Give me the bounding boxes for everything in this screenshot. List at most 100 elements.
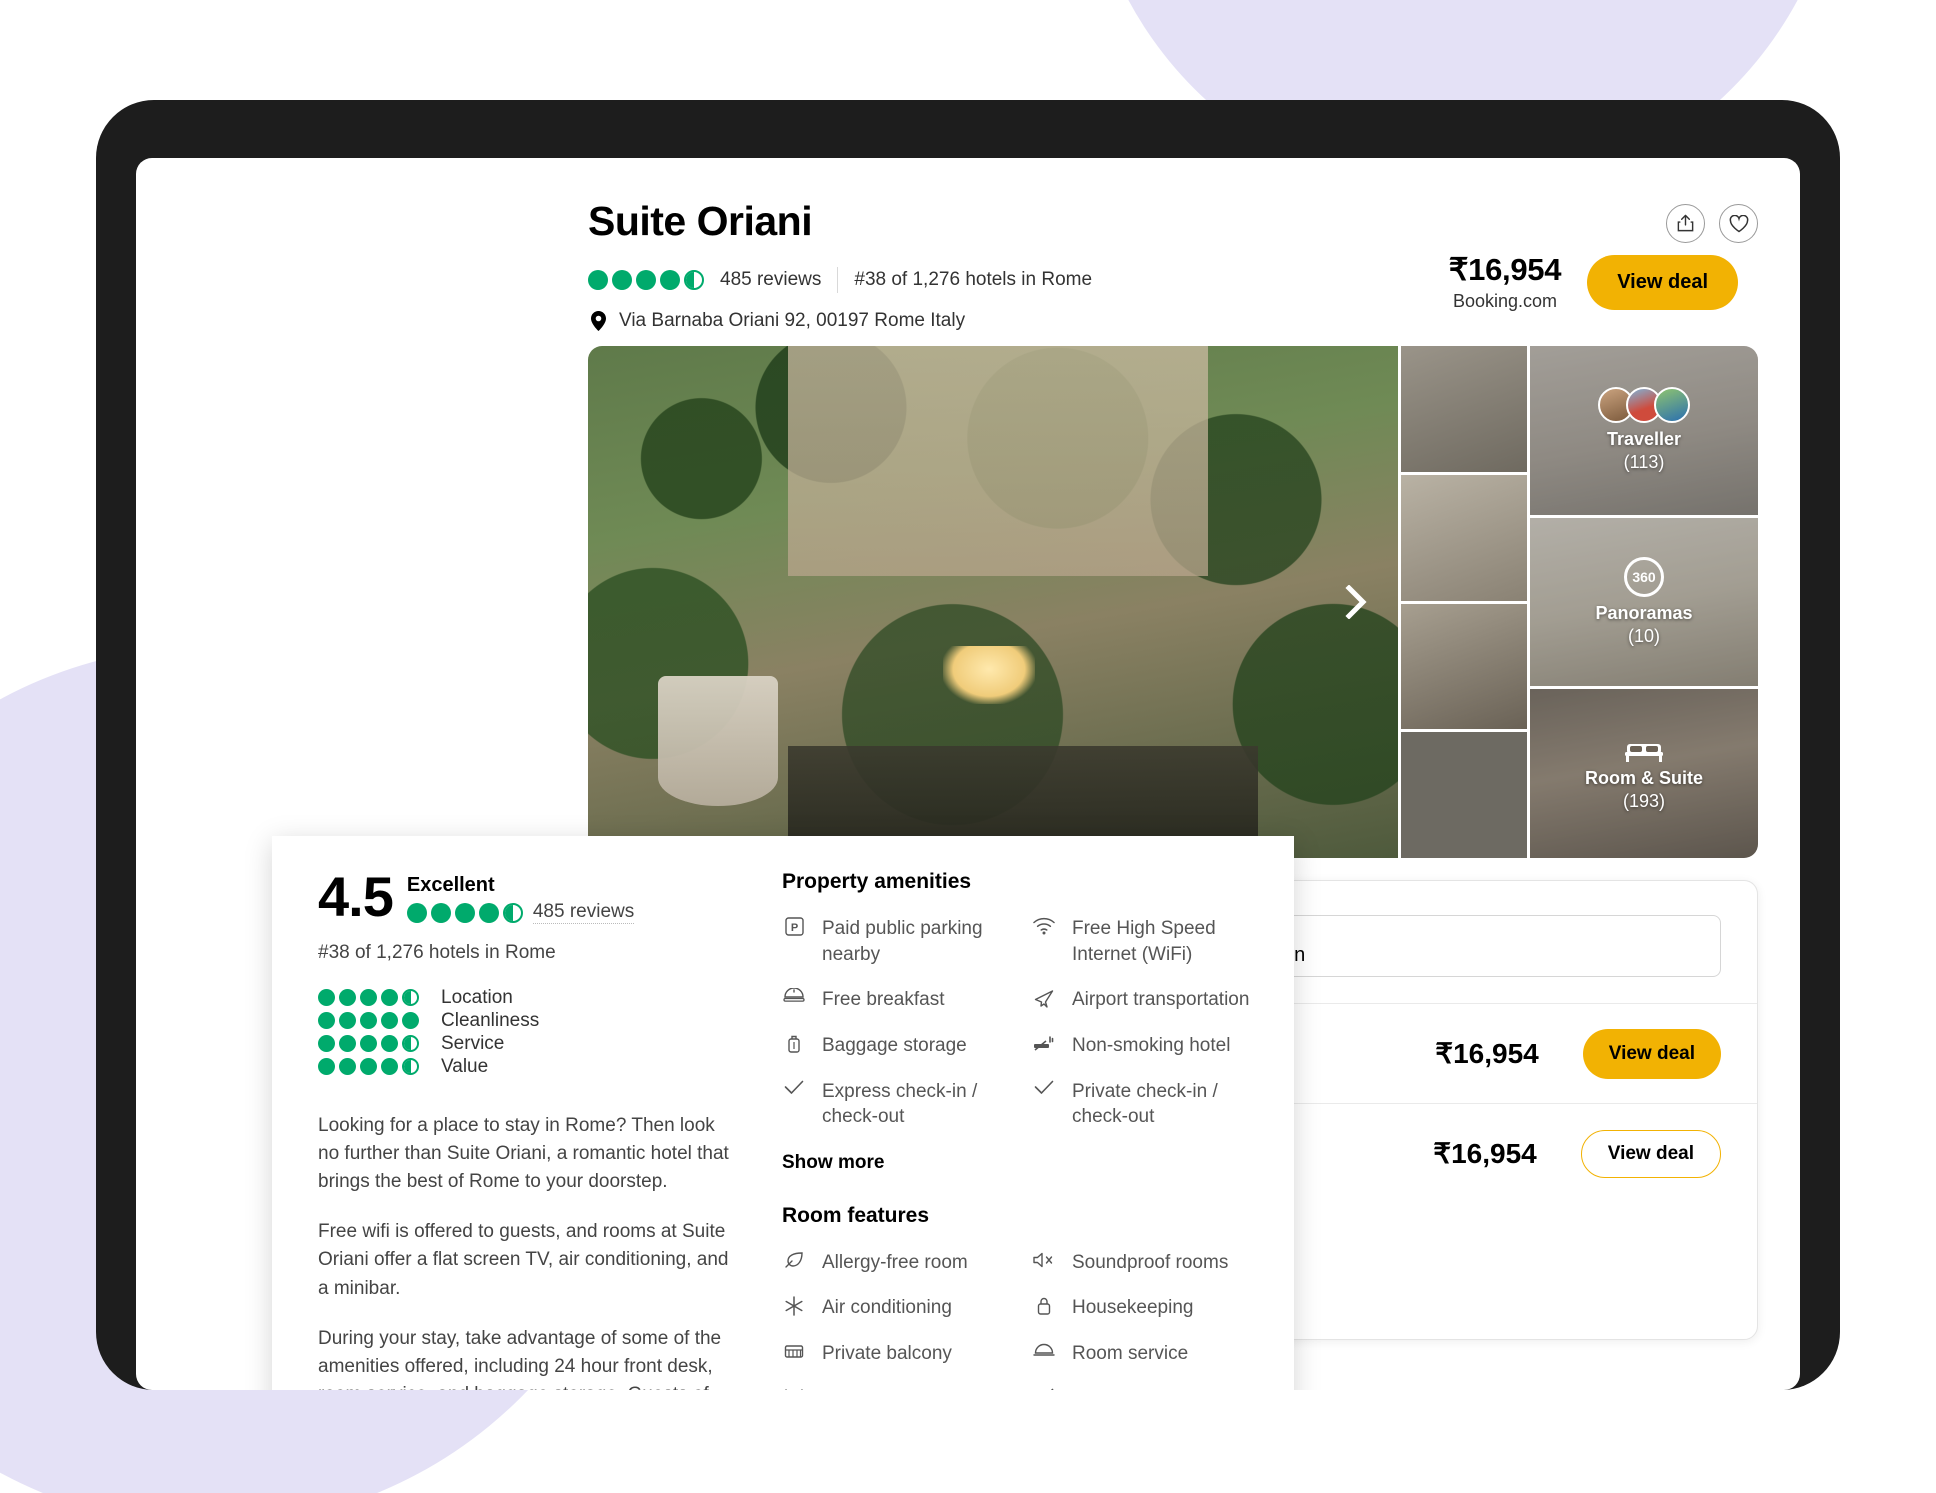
bubble: [360, 1058, 377, 1075]
category-overlay-shade: [1530, 517, 1758, 687]
amenity-item: Express check-in / check-out: [782, 1079, 1010, 1130]
room-features-grid: Allergy-free room Soundproof rooms Air c…: [782, 1250, 1260, 1390]
bubble: [318, 989, 335, 1006]
overall-score-row: 4.5 Excellent 485 reviews: [318, 868, 732, 925]
tablet-device-frame: Suite Oriani 485 reviews #38 of 1,276 ho…: [96, 100, 1840, 1390]
leaf-icon: [782, 1250, 806, 1269]
avatar: [1654, 387, 1690, 424]
bubble-5-half: [502, 902, 523, 923]
amenity-label: Free High Speed Internet (WiFi): [1072, 918, 1216, 965]
amenity-item: P Paid public parking nearby: [782, 916, 1010, 967]
amenity-label: Soundproof rooms: [1072, 1251, 1229, 1273]
share-button[interactable]: [1666, 204, 1705, 243]
property-amenities-title: Property amenities: [782, 870, 972, 893]
gallery-category-room-suite[interactable]: Room & Suite (193): [1530, 689, 1758, 858]
header-view-deal-button[interactable]: View deal: [1587, 254, 1738, 310]
no-smoking-icon: [1032, 1033, 1056, 1052]
amenity-label: Express check-in / check-out: [822, 1080, 978, 1128]
overlay-right-column: Property amenities P Paid public parking…: [772, 870, 1294, 1390]
panel-review-count[interactable]: 485 reviews: [532, 901, 635, 924]
speaker-mute-icon: [1032, 1250, 1056, 1269]
check-icon: [782, 1079, 806, 1095]
room-features-section: Room features Allergy-free room Soundpro…: [782, 1204, 1260, 1390]
amenity-item: Room service: [1032, 1341, 1260, 1367]
photo-gallery: Traveller (113) 360 Panoramas (10) Room …: [588, 346, 1758, 858]
location-pin-icon: [588, 310, 608, 332]
gallery-thumbnail[interactable]: [1401, 603, 1527, 730]
gallery-thumbnail[interactable]: [1401, 474, 1527, 601]
category-count: (10): [1627, 626, 1660, 646]
header-price-col: ₹16,954 Booking.com: [1448, 252, 1562, 312]
gallery-thumbnail[interactable]: [1401, 346, 1527, 472]
subrating-bubbles: [318, 1058, 419, 1075]
bubble-2: [612, 270, 632, 291]
amenity-item: Allergy-free room: [782, 1250, 1010, 1276]
amenity-item: Flatscreen TV: [1032, 1387, 1260, 1390]
bubble: [381, 1035, 398, 1052]
deal-view-button-2[interactable]: View deal: [1580, 1129, 1721, 1178]
bubble: [339, 1058, 356, 1075]
hotel-rank[interactable]: #38 of 1,276 hotels in Rome: [854, 269, 1092, 291]
save-button[interactable]: [1719, 204, 1758, 243]
gallery-next-arrow-icon[interactable]: [1336, 582, 1376, 622]
room-service-icon: [1032, 1341, 1056, 1358]
amenity-item: Free High Speed Internet (WiFi): [1032, 916, 1260, 967]
header-price: ₹16,954: [1448, 252, 1562, 287]
amenity-item: Air conditioning: [782, 1295, 1010, 1321]
gallery-category-traveller[interactable]: Traveller (113): [1530, 346, 1758, 515]
page-title: Suite Oriani: [588, 198, 813, 244]
category-count: (193): [1622, 790, 1666, 811]
snowflake-icon: [782, 1295, 806, 1317]
subrating-bubbles: [318, 989, 419, 1006]
amenity-item: Housekeeping: [1032, 1295, 1260, 1321]
bubble: [318, 1035, 335, 1052]
panel-hotel-rank: #38 of 1,276 hotels in Rome: [318, 942, 556, 963]
header-provider: Booking.com: [1452, 291, 1557, 311]
subrating-label: Value: [441, 1055, 489, 1077]
airplane-icon: [1032, 987, 1056, 1008]
header-actions: [1666, 204, 1758, 243]
bubble-half: [402, 1058, 419, 1075]
description-paragraph-1: Looking for a place to stay in Rome? The…: [318, 1115, 729, 1193]
deal-price: ₹16,954: [1435, 1038, 1539, 1069]
cutlery-icon: [782, 1387, 806, 1390]
hotel-address-row[interactable]: Via Barnaba Oriani 92, 00197 Rome Italy: [588, 310, 1758, 332]
score-meta: Excellent 485 reviews: [406, 870, 635, 924]
amenity-label: Allergy-free room: [822, 1251, 968, 1273]
lock-icon: [1032, 1295, 1056, 1316]
amenity-label: Private balcony: [822, 1343, 952, 1365]
deal-view-button-1[interactable]: View deal: [1582, 1028, 1721, 1079]
bubble-1: [406, 902, 427, 923]
bubble: [360, 989, 377, 1006]
category-label: Room & Suite: [1584, 767, 1703, 788]
360-icon: 360: [1624, 557, 1664, 597]
bubble: [381, 1058, 398, 1075]
bubble: [339, 989, 356, 1006]
property-amenities-section: Property amenities P Paid public parking…: [782, 870, 1260, 1174]
bubble-5-half: [684, 270, 704, 291]
amenity-label: Flatscreen TV: [1072, 1387, 1190, 1390]
amenity-label: Air conditioning: [822, 1297, 952, 1319]
description-paragraph-2: Free wifi is offered to guests, and room…: [318, 1221, 729, 1299]
property-show-more-button[interactable]: Show more: [782, 1152, 1260, 1174]
gallery-thumbnail[interactable]: [1401, 732, 1527, 858]
bubble: [381, 989, 398, 1006]
review-count[interactable]: 485 reviews: [720, 269, 821, 291]
score-word: Excellent: [406, 874, 495, 896]
subrating-label: Cleanliness: [441, 1009, 540, 1031]
app-screen: Suite Oriani 485 reviews #38 of 1,276 ho…: [136, 158, 1800, 1390]
gallery-category-column: Traveller (113) 360 Panoramas (10) Room …: [1530, 346, 1758, 858]
bubble-4: [660, 270, 680, 291]
amenity-item: Free breakfast: [782, 987, 1010, 1013]
bubble: [360, 1012, 377, 1029]
wifi-icon: [1032, 916, 1056, 935]
gallery-hero-photo[interactable]: [588, 346, 1398, 858]
description-paragraph-3: During your stay, take advantage of some…: [318, 1327, 722, 1390]
bubble-rating[interactable]: [588, 270, 704, 291]
balcony-icon: [782, 1341, 806, 1360]
gallery-category-panoramas[interactable]: 360 Panoramas (10): [1530, 517, 1758, 687]
heart-icon: [1729, 214, 1749, 233]
amenity-label: Private check-in / check-out: [1072, 1080, 1218, 1128]
meta-divider: [837, 267, 839, 294]
bubble-half: [402, 1035, 419, 1052]
